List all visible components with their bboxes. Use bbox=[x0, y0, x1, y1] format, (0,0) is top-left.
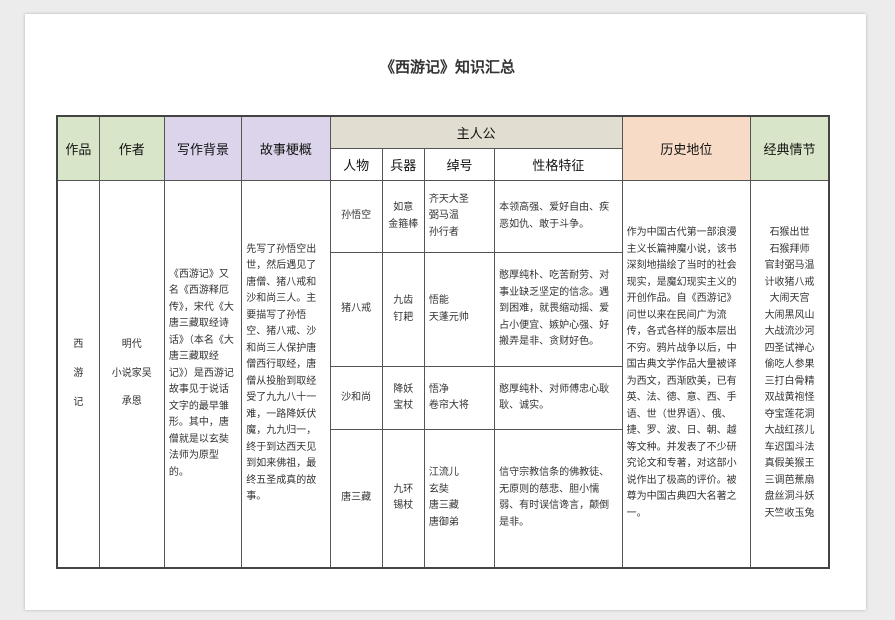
character-traits: 信守宗教信条的佛教徒、无原则的慈悲、胆小懦弱、有时误信谗言，颠倒是非。 bbox=[494, 429, 623, 568]
history-cell: 作为中国古代第一部浪漫主义长篇神魔小说，该书深刻地描绘了当时的社会现实，是魔幻现… bbox=[621, 180, 752, 568]
character-weapon: 九环 锡杖 bbox=[381, 429, 425, 568]
header-protagonists: 主人公 bbox=[329, 115, 623, 149]
character-alias: 江流儿 玄奘 唐三藏 唐御弟 bbox=[423, 429, 496, 568]
header-author: 作者 bbox=[98, 115, 165, 181]
header-history: 历史地位 bbox=[621, 115, 752, 181]
character-weapon: 降妖 宝杖 bbox=[381, 366, 425, 430]
character-name: 唐三藏 bbox=[329, 429, 383, 568]
character-alias: 齐天大圣 弼马温 孙行者 bbox=[423, 180, 496, 253]
character-name: 孙悟空 bbox=[329, 180, 383, 253]
header-plots: 经典情节 bbox=[750, 115, 830, 181]
author-name: 承恩 bbox=[121, 396, 142, 407]
header-outline: 故事梗概 bbox=[241, 115, 331, 181]
character-weapon: 九齿 钉耙 bbox=[381, 252, 425, 367]
author-cell: 明代 小说家吴 承恩 bbox=[98, 180, 165, 568]
header-work: 作品 bbox=[56, 115, 100, 181]
subheader-person: 人物 bbox=[329, 148, 383, 181]
character-weapon: 如意 金箍棒 bbox=[381, 180, 425, 253]
subheader-traits: 性格特征 bbox=[494, 148, 623, 181]
subheader-alias: 绰号 bbox=[423, 148, 496, 181]
author-dynasty: 明代 bbox=[121, 339, 142, 350]
header-background: 写作背景 bbox=[163, 115, 243, 181]
outline-cell: 先写了孙悟空出世，然后遇见了唐僧、猪八戒和沙和尚三人。主要描写了孙悟空、猪八戒、… bbox=[241, 180, 331, 568]
summary-table: 作品 作者 写作背景 故事梗概 主人公 历史地位 经典情节 人物 兵器 绰号 性… bbox=[56, 115, 830, 569]
table-row: 西 游 记 明代 小说家吴 承恩 《西游记》又名《西游释厄传》，宋代《大唐三藏取… bbox=[56, 180, 830, 568]
character-traits: 憨厚纯朴、对师傅忠心耿耿、诚实。 bbox=[494, 366, 623, 430]
character-name: 猪八戒 bbox=[329, 252, 383, 367]
background-cell: 《西游记》又名《西游释厄传》，宋代《大唐三藏取经诗话》（本名《大唐三藏取经记》）… bbox=[163, 180, 243, 568]
plots-cell: 石猴出世 石猴拜师 官封弼马温 计收猪八戒 大闹天宫 大闹黑风山 大战流沙河 四… bbox=[750, 180, 830, 568]
page-title: 《西游记》知识汇总 bbox=[379, 58, 515, 76]
character-alias: 悟净 卷帘大将 bbox=[423, 366, 496, 430]
character-alias: 悟能 天蓬元帅 bbox=[423, 252, 496, 367]
character-name: 沙和尚 bbox=[329, 366, 383, 430]
work-name-cell: 西 游 记 bbox=[56, 180, 100, 568]
character-traits: 憨厚纯朴、吃苦耐劳、对事业缺乏坚定的信念。遇到困难，就畏缩动摇、爱占小便宜、嫉妒… bbox=[494, 252, 623, 367]
subheader-weapon: 兵器 bbox=[381, 148, 425, 181]
author-role: 小说家吴 bbox=[111, 367, 152, 379]
character-traits: 本领高强、爱好自由、疾恶如仇、敢于斗争。 bbox=[494, 180, 623, 253]
